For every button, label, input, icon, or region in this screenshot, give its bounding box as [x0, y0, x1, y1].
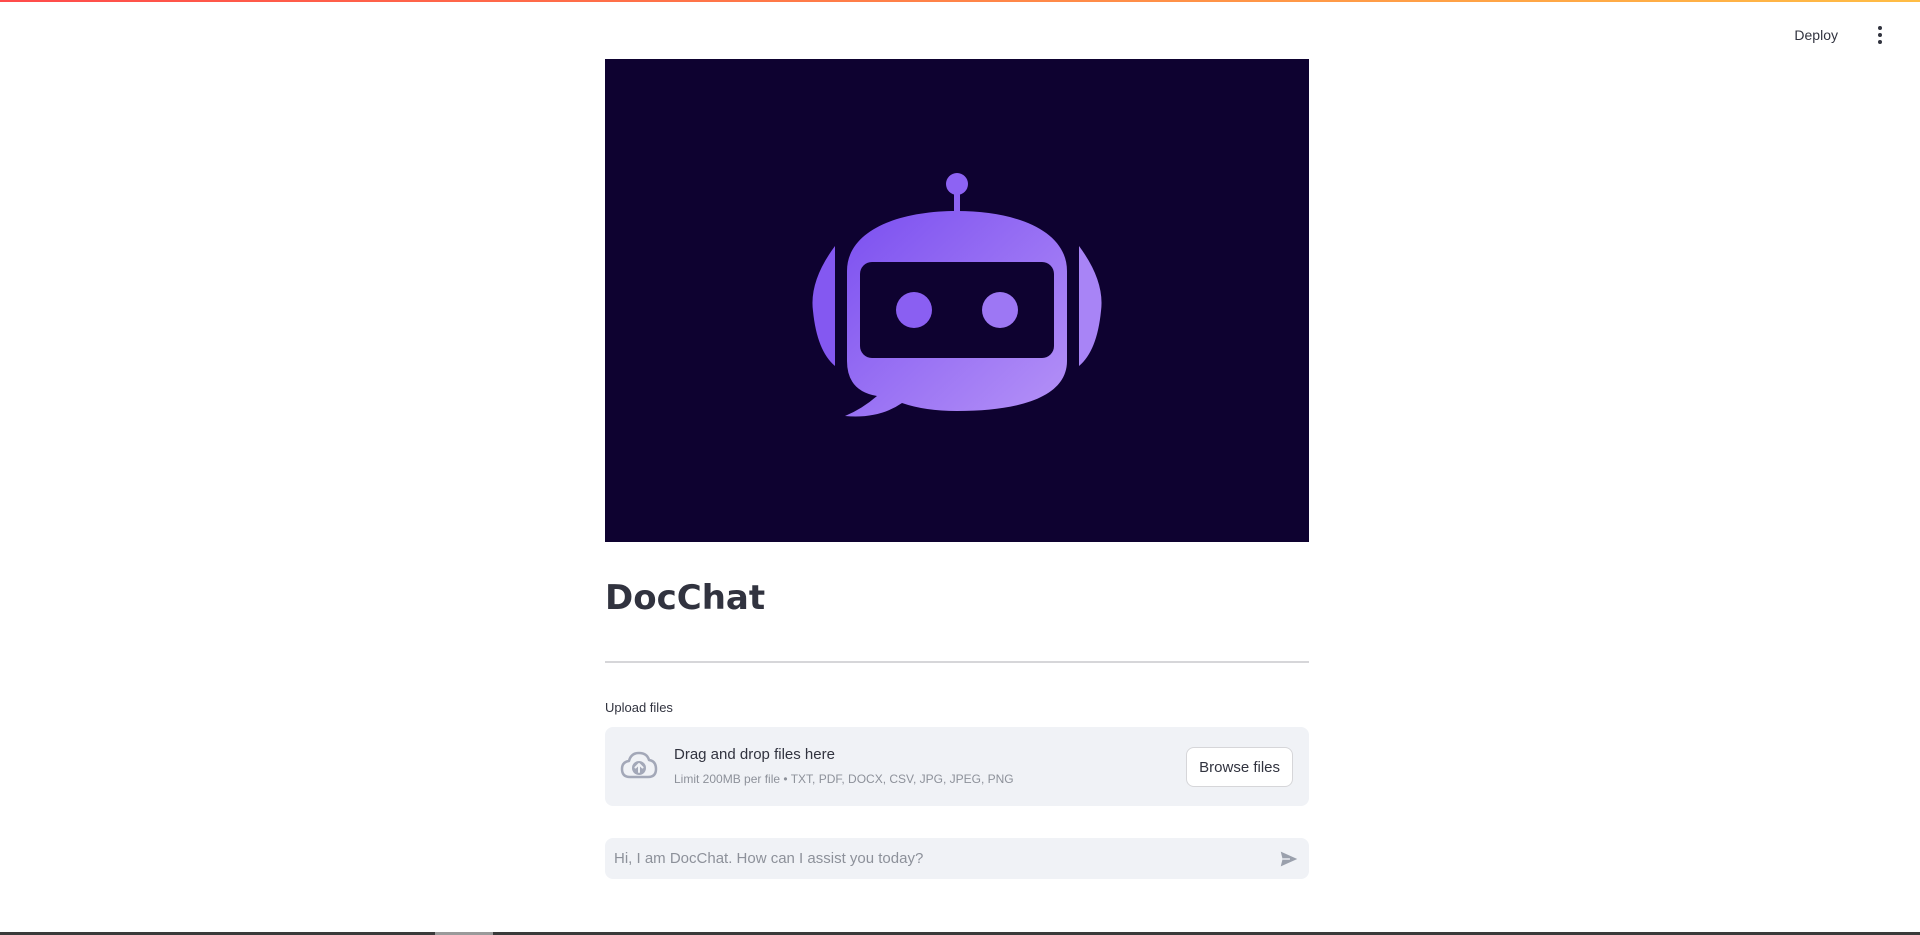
robot-chat-icon — [812, 172, 1102, 416]
file-dropzone[interactable]: Drag and drop files here Limit 200MB per… — [605, 727, 1309, 806]
main-content: DocChat Upload files Drag and drop files… — [605, 59, 1309, 879]
chat-input-container — [605, 838, 1309, 879]
dropzone-subtitle: Limit 200MB per file • TXT, PDF, DOCX, C… — [674, 772, 1014, 786]
cloud-upload-icon — [620, 751, 658, 779]
menu-dot — [1878, 40, 1882, 44]
menu-dot — [1878, 33, 1882, 37]
browse-files-button[interactable]: Browse files — [1186, 747, 1293, 787]
more-vertical-icon[interactable] — [1868, 20, 1892, 50]
send-icon[interactable] — [1278, 848, 1300, 870]
chat-input[interactable] — [605, 838, 1245, 879]
dropzone-title: Drag and drop files here — [674, 746, 835, 763]
deploy-button[interactable]: Deploy — [1784, 20, 1848, 50]
divider — [605, 661, 1309, 663]
page-title: DocChat — [605, 578, 766, 618]
menu-dot — [1878, 26, 1882, 30]
hero-image — [605, 59, 1309, 542]
upload-label: Upload files — [605, 700, 673, 715]
